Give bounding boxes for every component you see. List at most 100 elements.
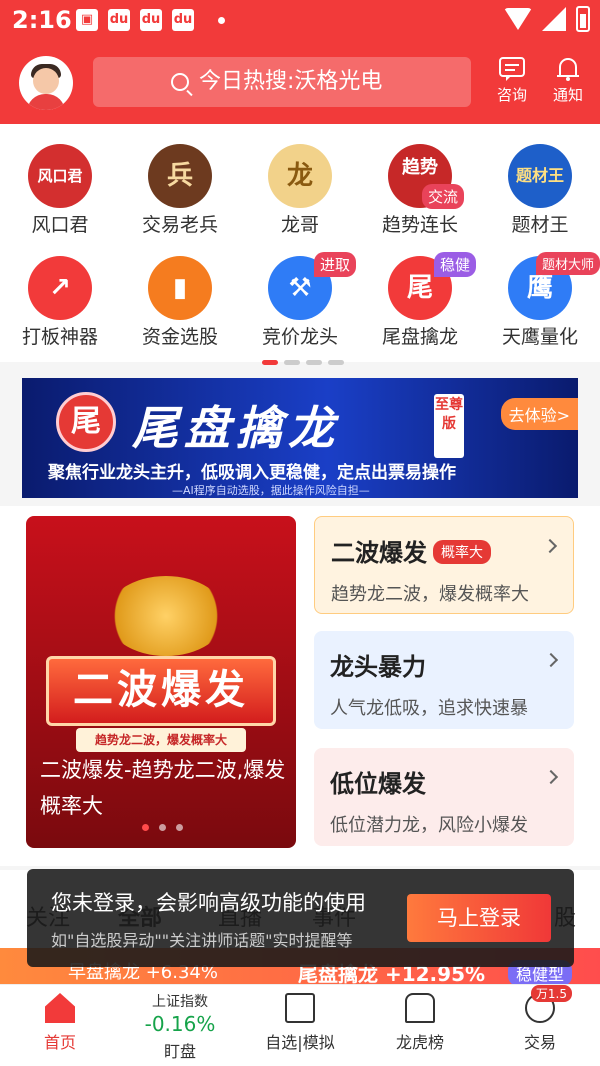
page-dot [328, 360, 344, 365]
grid-item-limit-tool[interactable]: ↗ 打板神器 [0, 256, 120, 349]
crown-icon-text: 题材王 [515, 166, 564, 185]
trend-icon-text: 趋势 [402, 157, 438, 178]
page-dot-active [262, 360, 278, 365]
notify-button[interactable]: 通知 [545, 56, 591, 105]
page-dot [284, 360, 300, 365]
notification-icons: ▣ du du du [76, 9, 225, 31]
dragon-tiger-icon [405, 993, 435, 1023]
carousel-dot-active [142, 824, 149, 831]
consult-button[interactable]: 咨询 [489, 56, 535, 105]
exchange-tag: 交流 [421, 184, 464, 209]
feature-grid: 风口君 风口君 兵 交易老兵 龙 龙哥 趋势 交流 趋势连长 题材王 题材王 ↗… [0, 124, 600, 365]
page-dot [306, 360, 322, 365]
card-desc: 趋势龙二波，爆发概率大 [331, 584, 529, 605]
grid-item-eagle-quant[interactable]: 鹰 题材大师 天鹰量化 [480, 252, 600, 349]
consult-label: 咨询 [496, 86, 527, 104]
notify-label: 通知 [552, 86, 583, 104]
carousel-indicator [142, 824, 183, 831]
feature-plate: 二波爆发 [46, 656, 276, 726]
feature-plate-sub: 趋势龙二波，爆发概率大 [76, 728, 246, 752]
status-bar: 2:16 ▣ du du du [0, 0, 600, 42]
avatar-body [27, 94, 65, 110]
nav-dragon-tiger[interactable]: 龙虎榜 [360, 993, 480, 1053]
topic-master-tag: 题材大师 [535, 252, 600, 275]
battery-icon [576, 6, 590, 32]
grid-item-topic-king[interactable]: 题材王 题材王 [480, 144, 600, 237]
card-desc: 人气龙低吸，追求快速暴 [330, 698, 528, 719]
strategy-section: 二波爆发 趋势龙二波，爆发概率大 二波爆发-趋势龙二波,爆发概率大 二波爆发 概率… [0, 506, 600, 866]
banner-badge: 至尊版 [434, 394, 464, 458]
login-button[interactable]: 马上登录 [407, 894, 551, 942]
bottom-nav: 首页 上证指数 -0.16% 盯盘 自选|模拟 龙虎榜 万1.5 交易 [0, 984, 600, 1066]
limit-up-icon: ↗ [28, 256, 92, 320]
nav-trade[interactable]: 万1.5 交易 [480, 985, 600, 1053]
bell-icon [557, 58, 579, 81]
carousel-dot [159, 824, 166, 831]
strategy-card-low-burst[interactable]: 低位爆发 低位潜力龙，风险小爆发 [314, 748, 574, 846]
card-desc: 低位潜力龙，风险小爆发 [330, 815, 528, 836]
card-title: 低位爆发 [330, 770, 426, 798]
nav-home-label: 首页 [43, 1033, 76, 1052]
nav-watchlist[interactable]: 自选|模拟 [240, 993, 360, 1053]
grid-item-trend-captain[interactable]: 趋势 交流 趋势连长 [360, 144, 480, 237]
login-prompt: 您未登录，会影响高级功能的使用 如"自选股异动""关注讲师话题"实时提醒等 马上… [27, 869, 574, 967]
more-notifications-dot [218, 16, 225, 24]
limit-up-icon-text: ↗ [49, 273, 71, 303]
avatar-face [33, 68, 59, 94]
grid-item-fengkoujun[interactable]: 风口君 风口君 [0, 144, 120, 237]
nav-market-watch[interactable]: 上证指数 -0.16% 盯盘 [120, 991, 240, 1062]
gavel-icon-text: ⚒ [288, 273, 312, 303]
grid-item-tail-catch[interactable]: 尾 稳健 尾盘擒龙 [360, 252, 480, 349]
fengkoujun-icon: 风口君 [28, 144, 92, 208]
index-title: 上证指数 [152, 994, 208, 1010]
grid-item-capital-pick[interactable]: ▮ 资金选股 [120, 256, 240, 349]
nav-watch-label: 盯盘 [163, 1042, 196, 1061]
login-prompt-title: 您未登录，会影响高级功能的使用 [51, 891, 366, 915]
banner-disclaimer: —AI程序自动选股，据此操作风险自担— [172, 484, 370, 497]
carousel-dot [176, 824, 183, 831]
eagle-icon-text: 鹰 [526, 273, 553, 303]
grid-label: 龙哥 [280, 214, 319, 236]
add-box-icon [285, 993, 315, 1023]
grid-label: 趋势连长 [381, 214, 458, 236]
tail-icon-text: 尾 [406, 273, 433, 303]
card-title: 龙头暴力 [330, 653, 426, 681]
avatar[interactable] [19, 56, 73, 110]
search-bar[interactable]: 今日热搜:沃格光电 [93, 57, 471, 107]
strategy-card-second-wave[interactable]: 二波爆发 概率大 趋势龙二波，爆发概率大 [314, 516, 574, 614]
banner-logo: 尾 [56, 392, 116, 452]
promo-banner[interactable]: 尾 尾盘擒龙 至尊版 去体验> 聚焦行业龙头主升，低吸调入更稳健，定点出票易操作… [22, 378, 578, 498]
banner-try-button[interactable]: 去体验> [500, 398, 578, 430]
veteran-icon-text: 兵 [166, 161, 193, 191]
grid-label: 尾盘擒龙 [381, 326, 458, 348]
app-header: 今日热搜:沃格光电 咨询 通知 [0, 42, 600, 124]
grid-label: 风口君 [31, 214, 89, 236]
grid-item-longge[interactable]: 龙 龙哥 [240, 144, 360, 237]
status-time: 2:16 [12, 6, 72, 34]
signal-icon [542, 7, 566, 31]
grid-label: 题材王 [511, 214, 569, 236]
page-indicator [262, 360, 344, 365]
dragon-icon-text: 龙 [286, 161, 313, 191]
feature-card[interactable]: 二波爆发 趋势龙二波，爆发概率大 二波爆发-趋势龙二波,爆发概率大 [26, 516, 296, 848]
baidu-icon: du [172, 9, 194, 31]
feature-caption: 二波爆发-趋势龙二波,爆发概率大 [40, 758, 286, 818]
nav-home[interactable]: 首页 [0, 993, 120, 1053]
card-title: 二波爆发 概率大 [331, 533, 557, 568]
grid-label: 打板神器 [21, 326, 98, 348]
message-icon [499, 57, 525, 81]
baidu-icon: du [140, 9, 162, 31]
banner-subtitle: 聚焦行业龙头主升，低吸调入更稳健，定点出票易操作 [48, 463, 456, 483]
search-hot-text: 今日热搜:沃格光电 [199, 69, 383, 94]
grid-label: 资金选股 [141, 326, 218, 348]
wifi-icon [504, 8, 532, 30]
strategy-card-leader-power[interactable]: 龙头暴力 人气龙低吸，追求快速暴 [314, 631, 574, 729]
baidu-icon: du [108, 9, 130, 31]
index-value: -0.16% [144, 1012, 216, 1036]
nav-trade-label: 交易 [523, 1033, 556, 1052]
search-icon [171, 73, 189, 91]
grid-item-veteran[interactable]: 兵 交易老兵 [120, 144, 240, 237]
commission-badge: 万1.5 [530, 985, 572, 1002]
fengkoujun-icon-text: 风口君 [37, 167, 83, 185]
grid-item-auction-leader[interactable]: ⚒ 进取 竞价龙头 [240, 252, 360, 349]
